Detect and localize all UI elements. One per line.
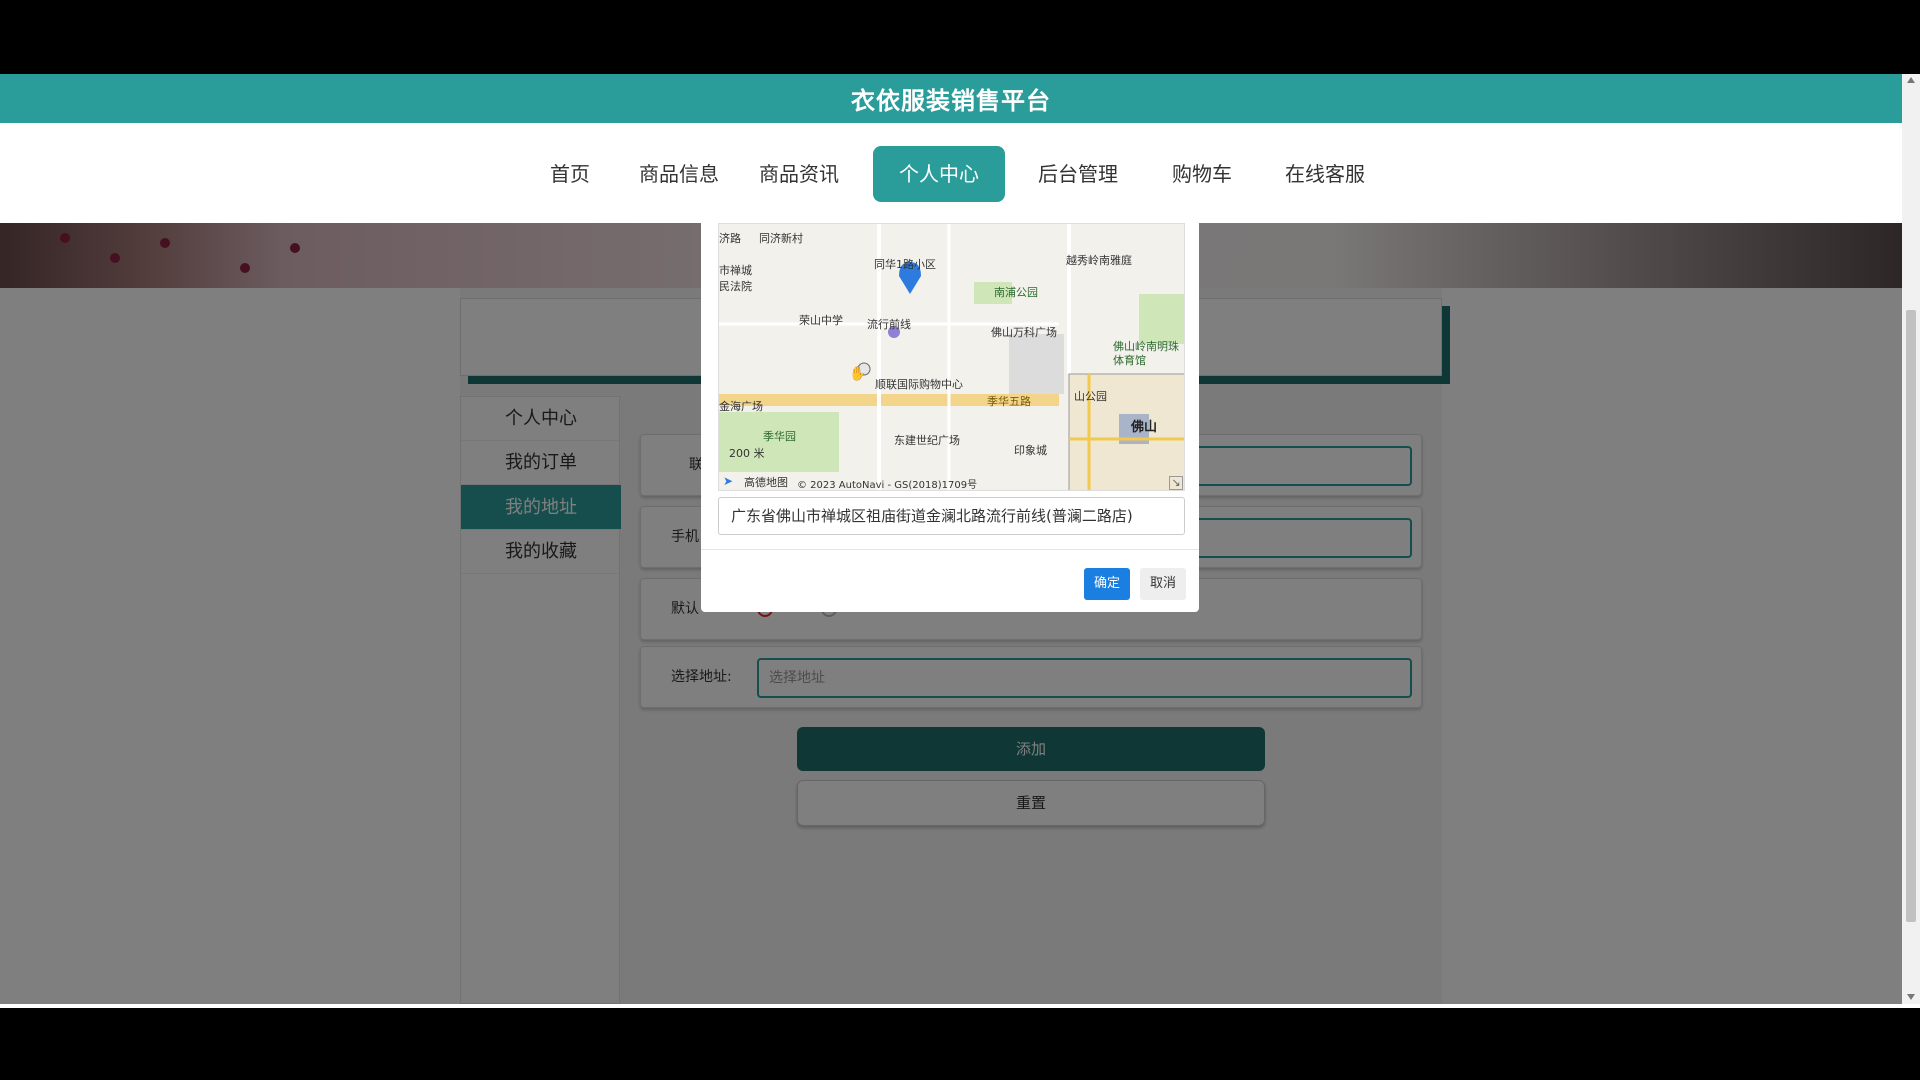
map-label: 南浦公园 bbox=[994, 286, 1038, 299]
cancel-button[interactable]: 取消 bbox=[1140, 568, 1186, 600]
address-picker-dialog: 济路 同济新村 同华1路小区 越秀岭南雅庭 市禅城 民法院 南浦公园 荣山中学 … bbox=[701, 223, 1199, 612]
map-label: 顺联国际购物中心 bbox=[875, 378, 963, 391]
scroll-thumb[interactable] bbox=[1906, 310, 1916, 922]
dialog-divider bbox=[701, 549, 1199, 550]
map-label: 民法院 bbox=[719, 280, 752, 293]
map-label: 流行前线 bbox=[867, 318, 911, 331]
map-label: 越秀岭南雅庭 bbox=[1066, 254, 1132, 267]
map-label: 东建世纪广场 bbox=[894, 434, 960, 447]
map-expand-icon[interactable]: ↘ bbox=[1169, 476, 1183, 490]
map-label: 季华五路 bbox=[987, 395, 1031, 408]
page: 衣依服装销售平台 首页 商品信息 商品资讯 个人中心 后台管理 购物车 在线客服… bbox=[0, 74, 1902, 1004]
site-title-bar: 衣依服装销售平台 bbox=[0, 74, 1902, 123]
map-label: 市禅城 bbox=[719, 264, 752, 277]
map-label: 佛山 bbox=[1131, 420, 1158, 435]
scroll-down-arrow-icon[interactable] bbox=[1907, 994, 1915, 1000]
map-label: 同华1路小区 bbox=[874, 258, 936, 271]
scroll-up-arrow-icon[interactable] bbox=[1907, 77, 1915, 83]
map-logo: 高德地图 bbox=[744, 476, 788, 489]
confirm-button[interactable]: 确定 bbox=[1084, 568, 1130, 600]
map-scale: 200 米 bbox=[729, 447, 765, 460]
browser-viewport: 衣依服装销售平台 首页 商品信息 商品资讯 个人中心 后台管理 购物车 在线客服… bbox=[0, 74, 1920, 1004]
nav-news[interactable]: 商品资讯 bbox=[747, 146, 851, 202]
page-scrollbar[interactable] bbox=[1902, 74, 1920, 1004]
nav-personal-center[interactable]: 个人中心 bbox=[873, 146, 1005, 202]
nav-online-service[interactable]: 在线客服 bbox=[1277, 146, 1373, 202]
nav-products[interactable]: 商品信息 bbox=[622, 146, 736, 202]
hand-cursor-icon: ✋ bbox=[849, 366, 867, 382]
nav-home[interactable]: 首页 bbox=[530, 146, 610, 202]
map-label: 济路 bbox=[719, 232, 741, 245]
map-label: 山公园 bbox=[1074, 390, 1107, 403]
map-copyright: © 2023 AutoNavi - GS(2018)1709号 bbox=[797, 480, 978, 491]
map-label: 荣山中学 bbox=[799, 314, 843, 327]
map-logo-icon: ➤ bbox=[723, 474, 734, 488]
nav-cart[interactable]: 购物车 bbox=[1160, 146, 1244, 202]
selected-address-input[interactable]: 广东省佛山市禅城区祖庙街道金澜北路流行前线(普澜二路店) bbox=[718, 497, 1185, 535]
map-label: 佛山岭南明珠体育馆 bbox=[1113, 340, 1179, 367]
nav-admin[interactable]: 后台管理 bbox=[1025, 146, 1131, 202]
map-label: 佛山万科广场 bbox=[991, 326, 1057, 339]
map-label: 金海广场 bbox=[719, 400, 763, 413]
map-label: 同济新村 bbox=[759, 232, 803, 245]
bottom-edge bbox=[0, 1004, 1920, 1008]
site-title: 衣依服装销售平台 bbox=[851, 87, 1051, 115]
main-nav: 首页 商品信息 商品资讯 个人中心 后台管理 购物车 在线客服 bbox=[0, 123, 1902, 223]
map-label: 印象城 bbox=[1014, 444, 1047, 457]
map-label: 季华园 bbox=[763, 430, 796, 443]
map-view[interactable]: 济路 同济新村 同华1路小区 越秀岭南雅庭 市禅城 民法院 南浦公园 荣山中学 … bbox=[718, 223, 1185, 491]
